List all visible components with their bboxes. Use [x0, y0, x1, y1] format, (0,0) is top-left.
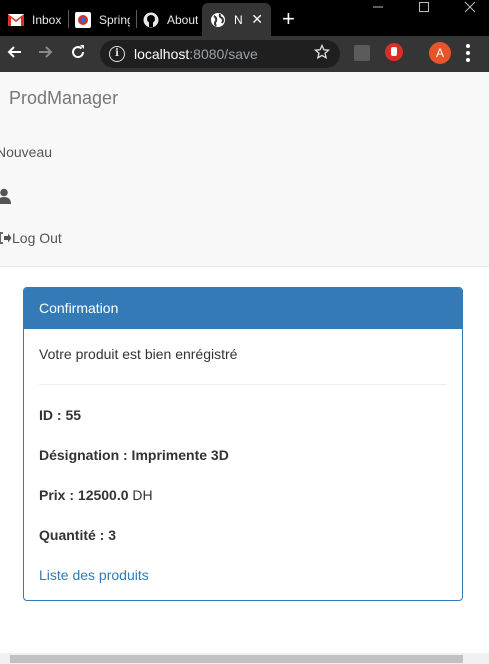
product-list-link-wrap: Liste des produits: [39, 567, 149, 583]
tab-label: Inbox: [32, 12, 62, 27]
adblock-icon[interactable]: [385, 43, 403, 61]
tab-about[interactable]: About: [143, 3, 198, 36]
url-host: localhost: [134, 46, 190, 62]
new-tab-button[interactable]: +: [282, 6, 295, 32]
product-price-label: Prix : 12500.0: [39, 487, 129, 503]
product-price: Prix : 12500.0 DH: [39, 487, 153, 503]
price-unit: DH: [132, 487, 153, 503]
brand-link[interactable]: ProdManager: [9, 88, 118, 109]
scrollbar-thumb[interactable]: [10, 655, 463, 663]
back-icon[interactable]: [6, 44, 22, 63]
confirmation-panel: Confirmation Votre produit est bien enré…: [23, 287, 463, 601]
tab-label: About: [167, 12, 198, 27]
tab-inbox[interactable]: Inbox: [8, 3, 66, 36]
divider: [39, 384, 447, 385]
browser-tabstrip: Inbox Spring About N ✕ +: [0, 0, 489, 36]
info-icon[interactable]: i: [109, 46, 125, 62]
close-icon[interactable]: ✕: [251, 11, 263, 28]
menu-dots-icon[interactable]: [466, 44, 470, 62]
tab-label: Spring: [99, 12, 130, 27]
product-id: ID : 55: [39, 407, 81, 423]
reload-icon[interactable]: [70, 44, 86, 63]
confirmation-message: Votre produit est bien enrégistré: [39, 346, 238, 362]
nav-link-logout[interactable]: Log Out: [12, 230, 62, 246]
tab-separator: [68, 10, 69, 28]
product-designation-label: Désignation : Imprimente 3D: [39, 447, 229, 463]
url-path: :8080/save: [189, 46, 258, 62]
product-designation: Désignation : Imprimente 3D: [39, 447, 229, 463]
address-bar[interactable]: i localhost:8080/save: [100, 40, 340, 68]
url-text: localhost:8080/save: [134, 46, 258, 62]
globe-icon: [210, 12, 226, 28]
product-quantity-label: Quantité : 3: [39, 527, 117, 543]
avatar[interactable]: A: [429, 42, 451, 64]
logout-icon: [0, 231, 12, 245]
minimize-icon[interactable]: [372, 0, 384, 20]
forward-icon[interactable]: [38, 44, 54, 63]
window-close-icon[interactable]: [464, 1, 476, 21]
tab-spring[interactable]: Spring: [75, 3, 130, 36]
tab-active[interactable]: N ✕: [202, 3, 271, 36]
app-navbar: ProdManager Nouveau Log Out: [0, 72, 489, 267]
nav-link-new[interactable]: Nouveau: [0, 144, 52, 160]
tab-separator: [136, 10, 137, 28]
maximize-icon[interactable]: [418, 1, 430, 21]
gmail-icon: [8, 12, 24, 28]
horizontal-scrollbar[interactable]: [0, 653, 489, 664]
browser-toolbar: i localhost:8080/save: [0, 36, 489, 72]
user-icon[interactable]: [0, 188, 11, 204]
extension-icon[interactable]: [354, 45, 370, 61]
spring-icon: [75, 11, 91, 28]
tab-label: N: [234, 12, 243, 27]
panel-heading: Confirmation: [24, 288, 462, 329]
product-quantity: Quantité : 3: [39, 527, 116, 543]
bookmark-star-icon[interactable]: [313, 43, 331, 65]
product-id-label: ID : 55: [39, 407, 82, 423]
product-list-link[interactable]: Liste des produits: [39, 567, 149, 583]
github-icon: [143, 12, 159, 28]
